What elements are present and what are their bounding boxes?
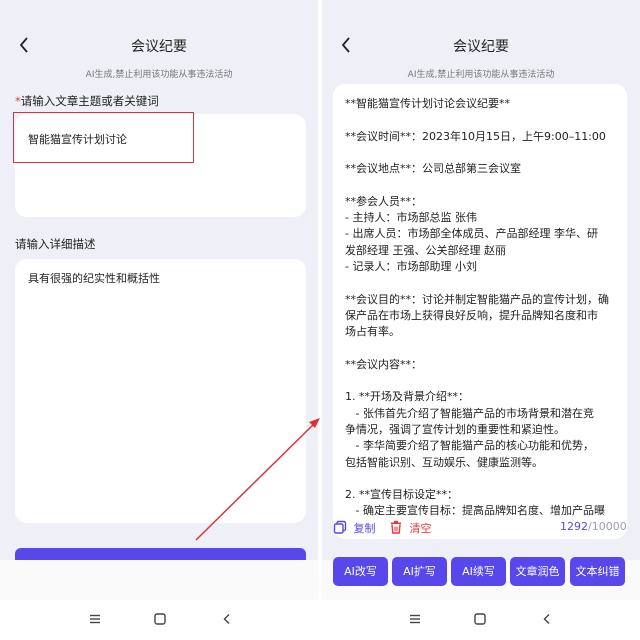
home-square-icon[interactable] [153,612,167,626]
menu-icon[interactable] [88,612,102,626]
menu-icon[interactable] [408,612,422,626]
home-square-icon[interactable] [473,612,487,626]
back-triangle-icon[interactable] [220,612,234,626]
annotation-arrow [195,418,320,541]
back-triangle-icon[interactable] [540,612,554,626]
